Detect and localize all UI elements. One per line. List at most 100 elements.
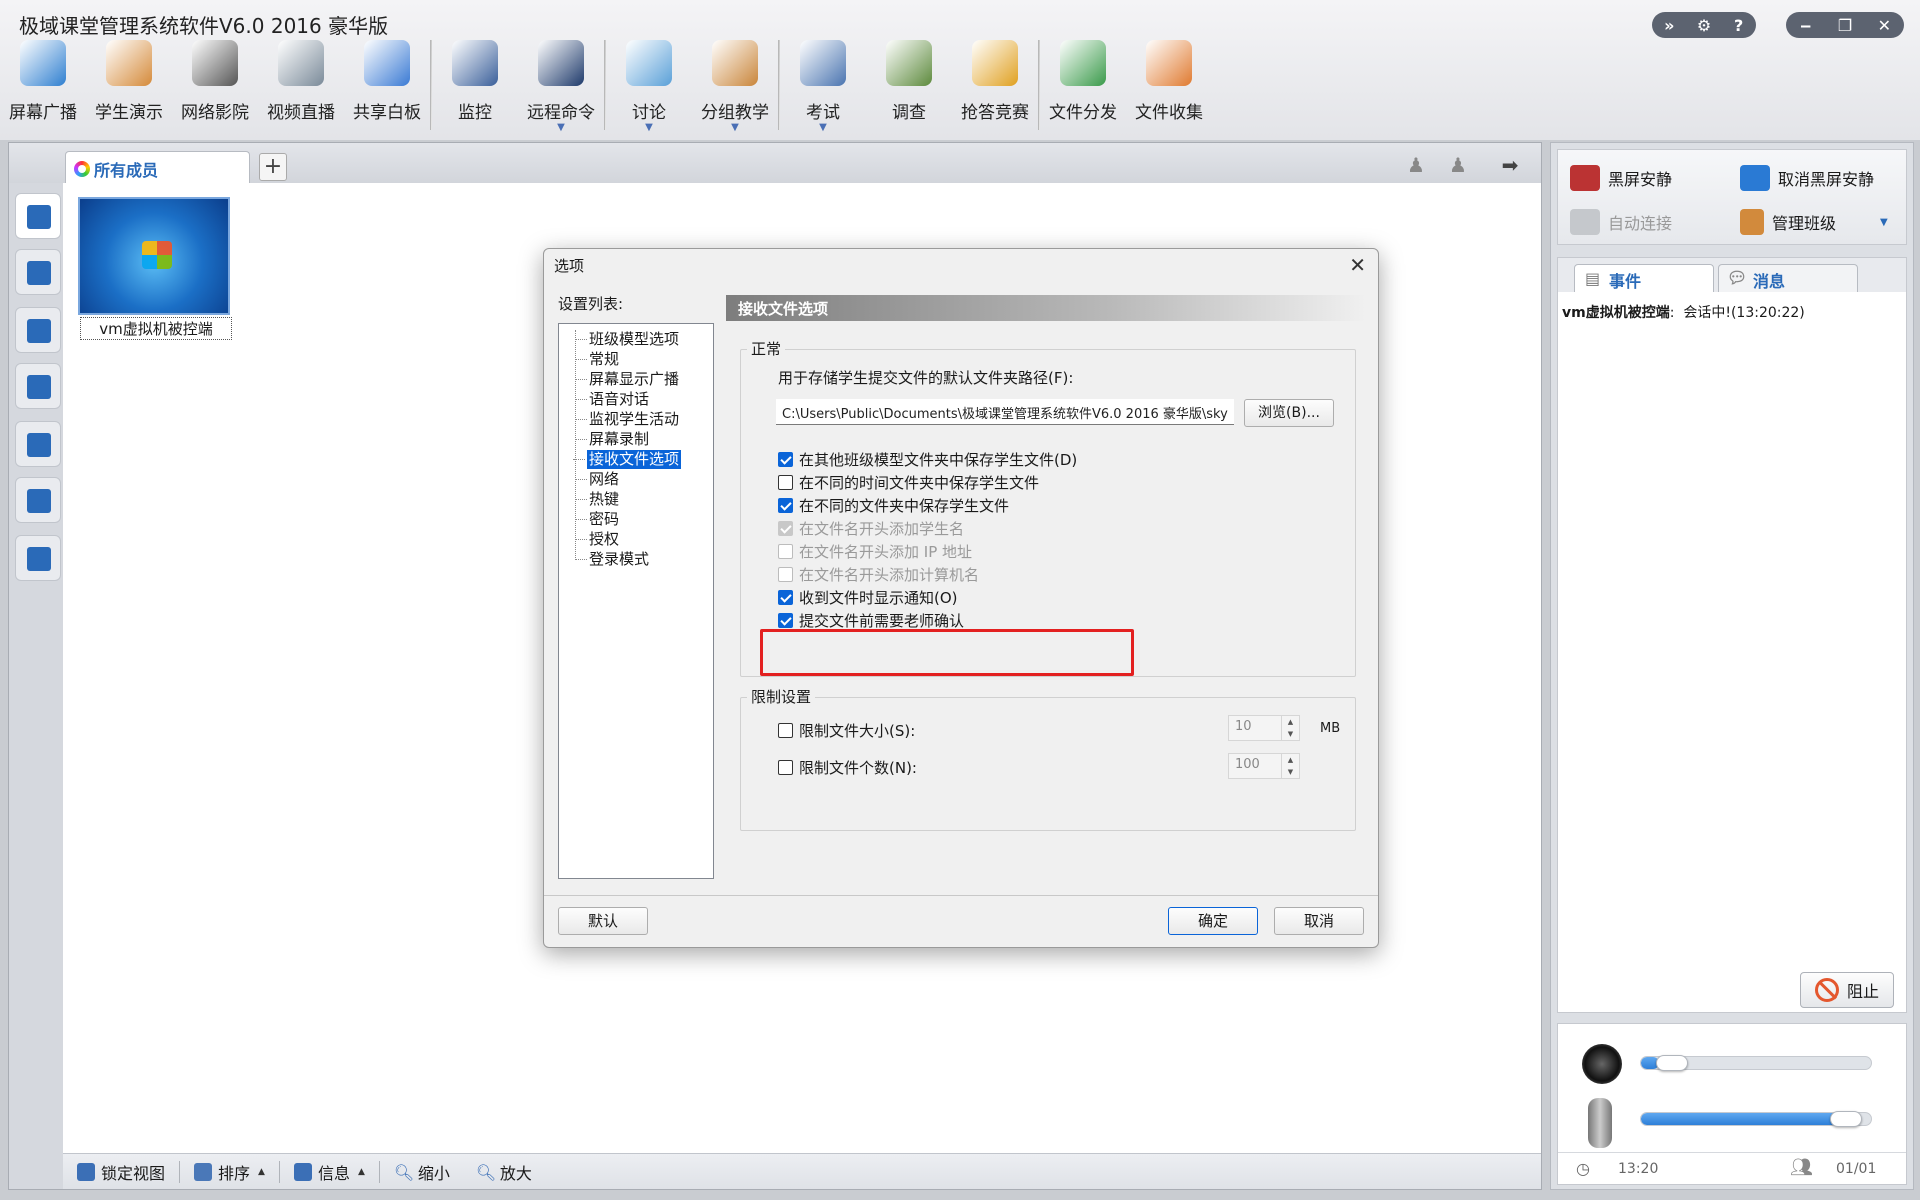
toolbar-button-7[interactable]: 讨论 ▼ (606, 36, 692, 136)
toolbar-button-5[interactable]: 监控 (432, 36, 518, 136)
chevron-down-icon[interactable]: ▼ (1880, 217, 1888, 228)
block-button[interactable]: 阻止 (1800, 972, 1894, 1008)
checkbox-box[interactable] (778, 452, 793, 467)
cancel-black-screen-button[interactable]: 取消黑屏安静 (1732, 158, 1902, 198)
checkbox-box[interactable] (778, 723, 793, 738)
browse-button[interactable]: 浏览(B)... (1244, 399, 1334, 427)
auto-connect-icon (1570, 209, 1600, 235)
minimize-icon[interactable]: ‒ (1791, 16, 1821, 35)
zoom-in-button[interactable]: 🔍︎ 放大 (476, 1160, 532, 1184)
tree-item[interactable]: 接收文件选项 (572, 450, 682, 469)
tree-item[interactable]: 授权 (574, 530, 619, 549)
tree-item[interactable]: 常规 (574, 350, 619, 369)
clock-document-icon[interactable] (15, 421, 61, 467)
arrow-right-icon[interactable]: ➡ (1497, 153, 1523, 177)
magnifier-plus-icon: 🔍︎ (475, 1162, 497, 1182)
toolbar-button-8[interactable]: 分组教学 ▼ (692, 36, 778, 136)
limit-size-spinner[interactable]: 10 ▲ ▼ (1228, 715, 1300, 741)
add-tab-button[interactable]: + (259, 153, 287, 181)
tree-item[interactable]: 语音对话 (574, 390, 649, 409)
lock-view-button[interactable]: 锁定视图 (77, 1160, 165, 1184)
auto-connect-button[interactable]: 自动连接 (1562, 202, 1732, 242)
restore-icon[interactable]: ❐ (1830, 16, 1860, 35)
windows-logo-icon (142, 241, 172, 269)
tab-events[interactable]: ▤ 事件 (1574, 264, 1714, 292)
manage-class-button[interactable]: 管理班级 ▼ (1732, 202, 1902, 242)
toolbar-button-12[interactable]: 文件分发 (1040, 36, 1126, 136)
list-view-icon[interactable] (15, 249, 61, 295)
settings-tree: 班级模型选项 常规 屏幕显示广播 语音对话 监视学生活动 屏幕录制 接收文件选项 网络 热键 密码… (558, 323, 714, 879)
mic-volume-knob[interactable] (1830, 1111, 1862, 1127)
pen-board-icon[interactable] (15, 535, 61, 581)
tree-item[interactable]: 屏幕录制 (574, 430, 649, 449)
ok-button[interactable]: 确定 (1168, 907, 1258, 935)
dropdown-arrow-icon[interactable]: ▼ (780, 122, 866, 133)
limit-count-checkbox[interactable]: 限制文件个数(N): (778, 757, 917, 778)
checkbox-box[interactable] (778, 613, 793, 628)
save-in-time-folder-checkbox[interactable]: 在不同的时间文件夹中保存学生文件 (778, 472, 1039, 493)
prohibit-icon (1814, 978, 1839, 1002)
grid-view-icon[interactable] (15, 193, 61, 239)
toolbar-button-9[interactable]: 考试 ▼ (780, 36, 866, 136)
toolbar-label: 文件收集 (1135, 103, 1203, 123)
require-teacher-confirm-checkbox[interactable]: 提交文件前需要老师确认 (778, 610, 964, 631)
speaker-volume-knob[interactable] (1656, 1055, 1688, 1071)
dropdown-arrow-icon[interactable]: ▼ (518, 122, 604, 133)
toolbar-button-4[interactable]: 共享白板 (344, 36, 430, 136)
checkbox-label: 在不同的文件夹中保存学生文件 (799, 497, 1010, 515)
checkbox-box[interactable] (778, 498, 793, 513)
tab-messages[interactable]: 💬︎ 消息 (1718, 264, 1858, 292)
save-in-class-folder-checkbox[interactable]: 在其他班级模型文件夹中保存学生文件(D) (778, 449, 1077, 470)
toolbar-button-6[interactable]: 远程命令 ▼ (518, 36, 604, 136)
monitor-icon (1740, 165, 1770, 191)
info-button[interactable]: 信息 ▲ (293, 1160, 365, 1184)
close-icon[interactable]: ✕ (1869, 16, 1899, 35)
cancel-button[interactable]: 取消 (1274, 907, 1364, 935)
checkbox-box[interactable] (778, 475, 793, 490)
tab-all-members[interactable]: 所有成员 (65, 151, 250, 183)
tree-item[interactable]: 屏幕显示广播 (574, 370, 679, 389)
notify-on-receive-checkbox[interactable]: 收到文件时显示通知(O) (778, 587, 958, 608)
quiz-star-icon (972, 40, 1018, 86)
limit-count-spinner[interactable]: 100 ▲ ▼ (1228, 753, 1300, 779)
gear-icon[interactable]: ⚙ (1689, 16, 1719, 35)
limit-size-checkbox[interactable]: 限制文件大小(S): (778, 720, 915, 741)
user-star-nav-icon[interactable] (15, 477, 61, 523)
section-title: 接收文件选项 (726, 295, 1366, 321)
checkbox-box[interactable] (778, 760, 793, 775)
default-button[interactable]: 默认 (558, 907, 648, 935)
save-in-separate-folder-checkbox[interactable]: 在不同的文件夹中保存学生文件 (778, 495, 1009, 516)
user-star-icon[interactable]: ♟ (1403, 153, 1429, 177)
black-screen-button[interactable]: 黑屏安静 (1562, 158, 1732, 198)
tree-item[interactable]: 热键 (574, 490, 619, 509)
collapse-icon[interactable]: » (1654, 16, 1684, 35)
toolbar-button-1[interactable]: 学生演示 (86, 36, 172, 136)
toolbar-label: 网络影院 (181, 103, 249, 123)
close-icon[interactable]: ✕ (1349, 253, 1366, 277)
document-icon[interactable] (15, 363, 61, 409)
tree-item[interactable]: 网络 (574, 470, 619, 489)
spinner-arrows-icon[interactable]: ▲ ▼ (1281, 754, 1299, 778)
tree-item[interactable]: 班级模型选项 (574, 330, 679, 349)
spinner-arrows-icon[interactable]: ▲ ▼ (1281, 716, 1299, 740)
dropdown-arrow-icon[interactable]: ▼ (692, 122, 778, 133)
toolbar-button-0[interactable]: 屏幕广播 (0, 36, 86, 136)
student-thumbnail[interactable] (78, 197, 230, 315)
toolbar-button-11[interactable]: 抢答竞赛 (952, 36, 1038, 136)
command-prompt-icon (538, 40, 584, 86)
tree-item[interactable]: 登录模式 (574, 550, 649, 569)
zoom-out-button[interactable]: 🔍︎ 缩小 (394, 1160, 450, 1184)
sort-button[interactable]: 排序 ▲ (194, 1160, 265, 1184)
toolbar-button-13[interactable]: 文件收集 (1126, 36, 1212, 136)
toolbar-button-3[interactable]: 视频直播 (258, 36, 344, 136)
tree-item[interactable]: 密码 (574, 510, 619, 529)
checkbox-box[interactable] (778, 590, 793, 605)
help-icon[interactable]: ? (1724, 16, 1754, 35)
tree-item[interactable]: 监视学生活动 (574, 410, 679, 429)
user-remove-icon[interactable] (15, 307, 61, 353)
toolbar-button-2[interactable]: 网络影院 (172, 36, 258, 136)
toolbar-button-10[interactable]: 调查 (866, 36, 952, 136)
user-settings-icon[interactable]: ♟ (1445, 153, 1471, 177)
dropdown-arrow-icon[interactable]: ▼ (606, 122, 692, 133)
path-input[interactable]: C:\Users\Public\Documents\极域课堂管理系统软件V6.0… (776, 399, 1234, 425)
